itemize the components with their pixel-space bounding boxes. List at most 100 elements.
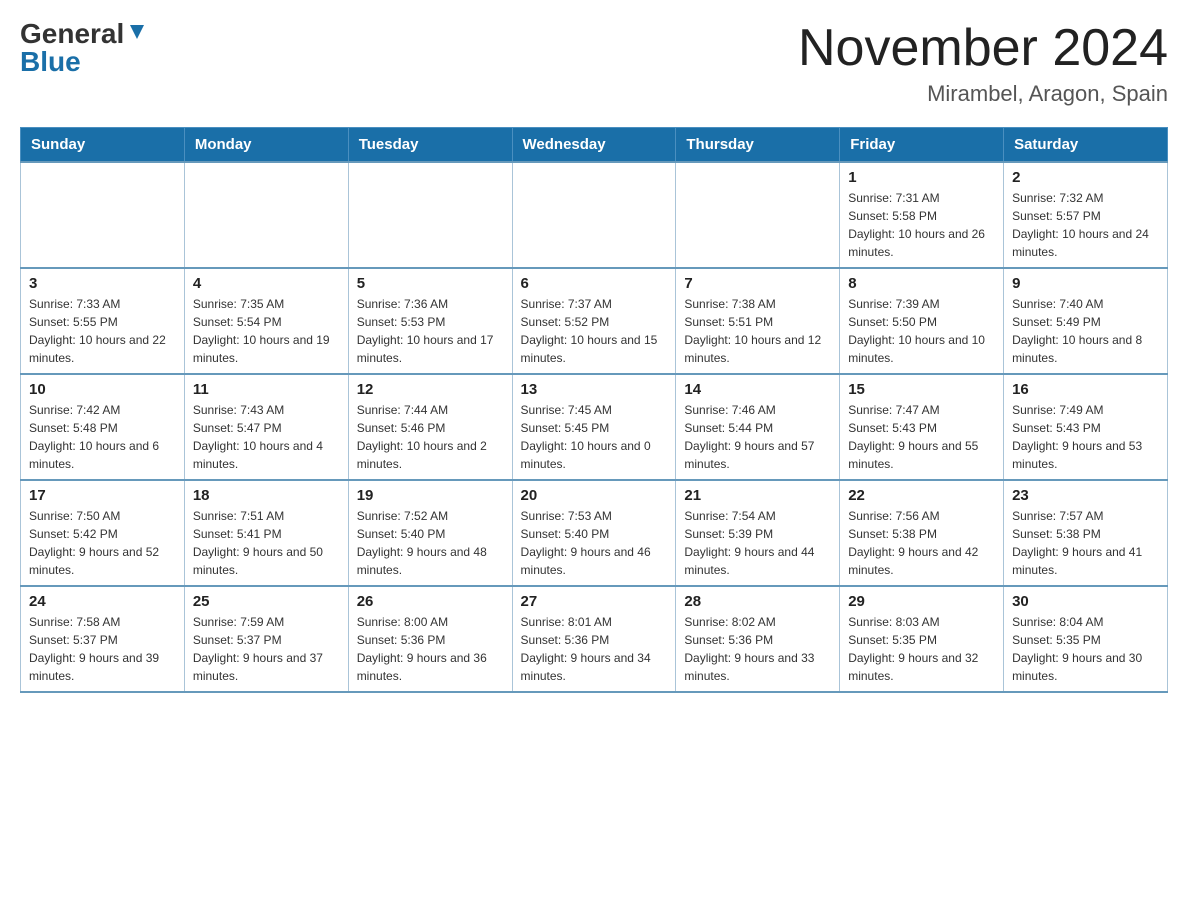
calendar-week-1: 1 Sunrise: 7:31 AMSunset: 5:58 PMDaylight… (21, 162, 1168, 268)
day-info: Sunrise: 7:39 AMSunset: 5:50 PMDaylight:… (848, 295, 995, 367)
day-number: 7 (684, 275, 831, 292)
day-number: 5 (357, 275, 504, 292)
calendar-cell: 4 Sunrise: 7:35 AMSunset: 5:54 PMDaylight… (184, 268, 348, 374)
calendar-cell: 26Sunrise: 8:00 AMSunset: 5:36 PMDayligh… (348, 586, 512, 692)
day-info: Sunrise: 7:35 AMSunset: 5:54 PMDaylight:… (193, 295, 340, 367)
calendar-week-4: 17 Sunrise: 7:50 AMSunset: 5:42 PMDayligh… (21, 480, 1168, 586)
day-info: Sunrise: 7:32 AMSunset: 5:57 PMDaylight:… (1012, 189, 1159, 261)
logo-blue-text: Blue (20, 48, 148, 76)
day-number: 27 (521, 593, 668, 610)
calendar-body: 1 Sunrise: 7:31 AMSunset: 5:58 PMDaylight… (21, 162, 1168, 692)
day-info: Sunrise: 7:50 AMSunset: 5:42 PMDaylight:… (29, 507, 176, 579)
logo: General Blue (20, 20, 148, 76)
calendar-cell (348, 162, 512, 268)
calendar-cell: 18 Sunrise: 7:51 AMSunset: 5:41 PMDayligh… (184, 480, 348, 586)
day-number: 17 (29, 487, 176, 504)
day-number: 15 (848, 381, 995, 398)
day-info: Sunrise: 7:44 AMSunset: 5:46 PMDaylight:… (357, 401, 504, 473)
weekday-header-thursday: Thursday (676, 128, 840, 163)
calendar-cell: 11 Sunrise: 7:43 AMSunset: 5:47 PMDayligh… (184, 374, 348, 480)
calendar-cell: 1 Sunrise: 7:31 AMSunset: 5:58 PMDaylight… (840, 162, 1004, 268)
day-number: 9 (1012, 275, 1159, 292)
calendar-cell: 21 Sunrise: 7:54 AMSunset: 5:39 PMDayligh… (676, 480, 840, 586)
day-info: Sunrise: 7:43 AMSunset: 5:47 PMDaylight:… (193, 401, 340, 473)
calendar-cell: 30 Sunrise: 8:04 AMSunset: 5:35 PMDayligh… (1004, 586, 1168, 692)
calendar-cell (512, 162, 676, 268)
weekday-header-friday: Friday (840, 128, 1004, 163)
calendar-cell: 24Sunrise: 7:58 AMSunset: 5:37 PMDayligh… (21, 586, 185, 692)
day-info: Sunrise: 7:54 AMSunset: 5:39 PMDaylight:… (684, 507, 831, 579)
calendar-cell: 28 Sunrise: 8:02 AMSunset: 5:36 PMDayligh… (676, 586, 840, 692)
day-info: Sunrise: 8:04 AMSunset: 5:35 PMDaylight:… (1012, 613, 1159, 685)
day-number: 14 (684, 381, 831, 398)
day-number: 11 (193, 381, 340, 398)
day-info: Sunrise: 7:49 AMSunset: 5:43 PMDaylight:… (1012, 401, 1159, 473)
calendar-table: SundayMondayTuesdayWednesdayThursdayFrid… (20, 127, 1168, 693)
day-number: 22 (848, 487, 995, 504)
day-number: 23 (1012, 487, 1159, 504)
day-info: Sunrise: 7:47 AMSunset: 5:43 PMDaylight:… (848, 401, 995, 473)
calendar-cell: 27Sunrise: 8:01 AMSunset: 5:36 PMDayligh… (512, 586, 676, 692)
day-info: Sunrise: 7:57 AMSunset: 5:38 PMDaylight:… (1012, 507, 1159, 579)
weekday-header-tuesday: Tuesday (348, 128, 512, 163)
day-number: 20 (521, 487, 668, 504)
calendar-cell: 17 Sunrise: 7:50 AMSunset: 5:42 PMDayligh… (21, 480, 185, 586)
day-info: Sunrise: 7:38 AMSunset: 5:51 PMDaylight:… (684, 295, 831, 367)
day-number: 13 (521, 381, 668, 398)
day-info: Sunrise: 7:53 AMSunset: 5:40 PMDaylight:… (521, 507, 668, 579)
calendar-location: Mirambel, Aragon, Spain (798, 81, 1168, 107)
weekday-header-wednesday: Wednesday (512, 128, 676, 163)
calendar-cell: 12 Sunrise: 7:44 AMSunset: 5:46 PMDayligh… (348, 374, 512, 480)
day-number: 6 (521, 275, 668, 292)
calendar-cell: 19Sunrise: 7:52 AMSunset: 5:40 PMDayligh… (348, 480, 512, 586)
day-info: Sunrise: 7:31 AMSunset: 5:58 PMDaylight:… (848, 189, 995, 261)
calendar-cell: 29 Sunrise: 8:03 AMSunset: 5:35 PMDayligh… (840, 586, 1004, 692)
day-info: Sunrise: 7:37 AMSunset: 5:52 PMDaylight:… (521, 295, 668, 367)
calendar-cell: 13Sunrise: 7:45 AMSunset: 5:45 PMDayligh… (512, 374, 676, 480)
day-number: 29 (848, 593, 995, 610)
calendar-cell: 2 Sunrise: 7:32 AMSunset: 5:57 PMDaylight… (1004, 162, 1168, 268)
calendar-cell: 7 Sunrise: 7:38 AMSunset: 5:51 PMDaylight… (676, 268, 840, 374)
calendar-week-3: 10Sunrise: 7:42 AMSunset: 5:48 PMDayligh… (21, 374, 1168, 480)
day-number: 3 (29, 275, 176, 292)
calendar-week-2: 3Sunrise: 7:33 AMSunset: 5:55 PMDaylight… (21, 268, 1168, 374)
calendar-cell: 14Sunrise: 7:46 AMSunset: 5:44 PMDayligh… (676, 374, 840, 480)
calendar-week-5: 24Sunrise: 7:58 AMSunset: 5:37 PMDayligh… (21, 586, 1168, 692)
day-number: 4 (193, 275, 340, 292)
day-number: 1 (848, 169, 995, 186)
day-number: 16 (1012, 381, 1159, 398)
day-number: 2 (1012, 169, 1159, 186)
day-info: Sunrise: 7:56 AMSunset: 5:38 PMDaylight:… (848, 507, 995, 579)
calendar-cell: 22 Sunrise: 7:56 AMSunset: 5:38 PMDayligh… (840, 480, 1004, 586)
day-number: 19 (357, 487, 504, 504)
day-number: 30 (1012, 593, 1159, 610)
calendar-title: November 2024 (798, 20, 1168, 77)
day-info: Sunrise: 7:36 AMSunset: 5:53 PMDaylight:… (357, 295, 504, 367)
calendar-cell: 20 Sunrise: 7:53 AMSunset: 5:40 PMDayligh… (512, 480, 676, 586)
day-info: Sunrise: 8:02 AMSunset: 5:36 PMDaylight:… (684, 613, 831, 685)
calendar-cell (21, 162, 185, 268)
weekday-header-saturday: Saturday (1004, 128, 1168, 163)
day-info: Sunrise: 8:03 AMSunset: 5:35 PMDaylight:… (848, 613, 995, 685)
calendar-cell: 25Sunrise: 7:59 AMSunset: 5:37 PMDayligh… (184, 586, 348, 692)
page-header: General Blue November 2024 Mirambel, Ara… (20, 20, 1168, 107)
logo-arrow-icon (126, 21, 148, 43)
title-block: November 2024 Mirambel, Aragon, Spain (798, 20, 1168, 107)
calendar-cell (676, 162, 840, 268)
weekday-header-sunday: Sunday (21, 128, 185, 163)
day-number: 21 (684, 487, 831, 504)
calendar-cell: 9 Sunrise: 7:40 AMSunset: 5:49 PMDaylight… (1004, 268, 1168, 374)
calendar-cell: 16 Sunrise: 7:49 AMSunset: 5:43 PMDayligh… (1004, 374, 1168, 480)
day-number: 18 (193, 487, 340, 504)
calendar-cell: 8 Sunrise: 7:39 AMSunset: 5:50 PMDaylight… (840, 268, 1004, 374)
day-info: Sunrise: 7:59 AMSunset: 5:37 PMDaylight:… (193, 613, 340, 685)
logo-general-text: General (20, 20, 148, 48)
day-number: 8 (848, 275, 995, 292)
day-info: Sunrise: 7:51 AMSunset: 5:41 PMDaylight:… (193, 507, 340, 579)
day-number: 28 (684, 593, 831, 610)
calendar-cell: 15 Sunrise: 7:47 AMSunset: 5:43 PMDayligh… (840, 374, 1004, 480)
day-info: Sunrise: 7:40 AMSunset: 5:49 PMDaylight:… (1012, 295, 1159, 367)
calendar-cell (184, 162, 348, 268)
weekday-header-monday: Monday (184, 128, 348, 163)
day-number: 12 (357, 381, 504, 398)
